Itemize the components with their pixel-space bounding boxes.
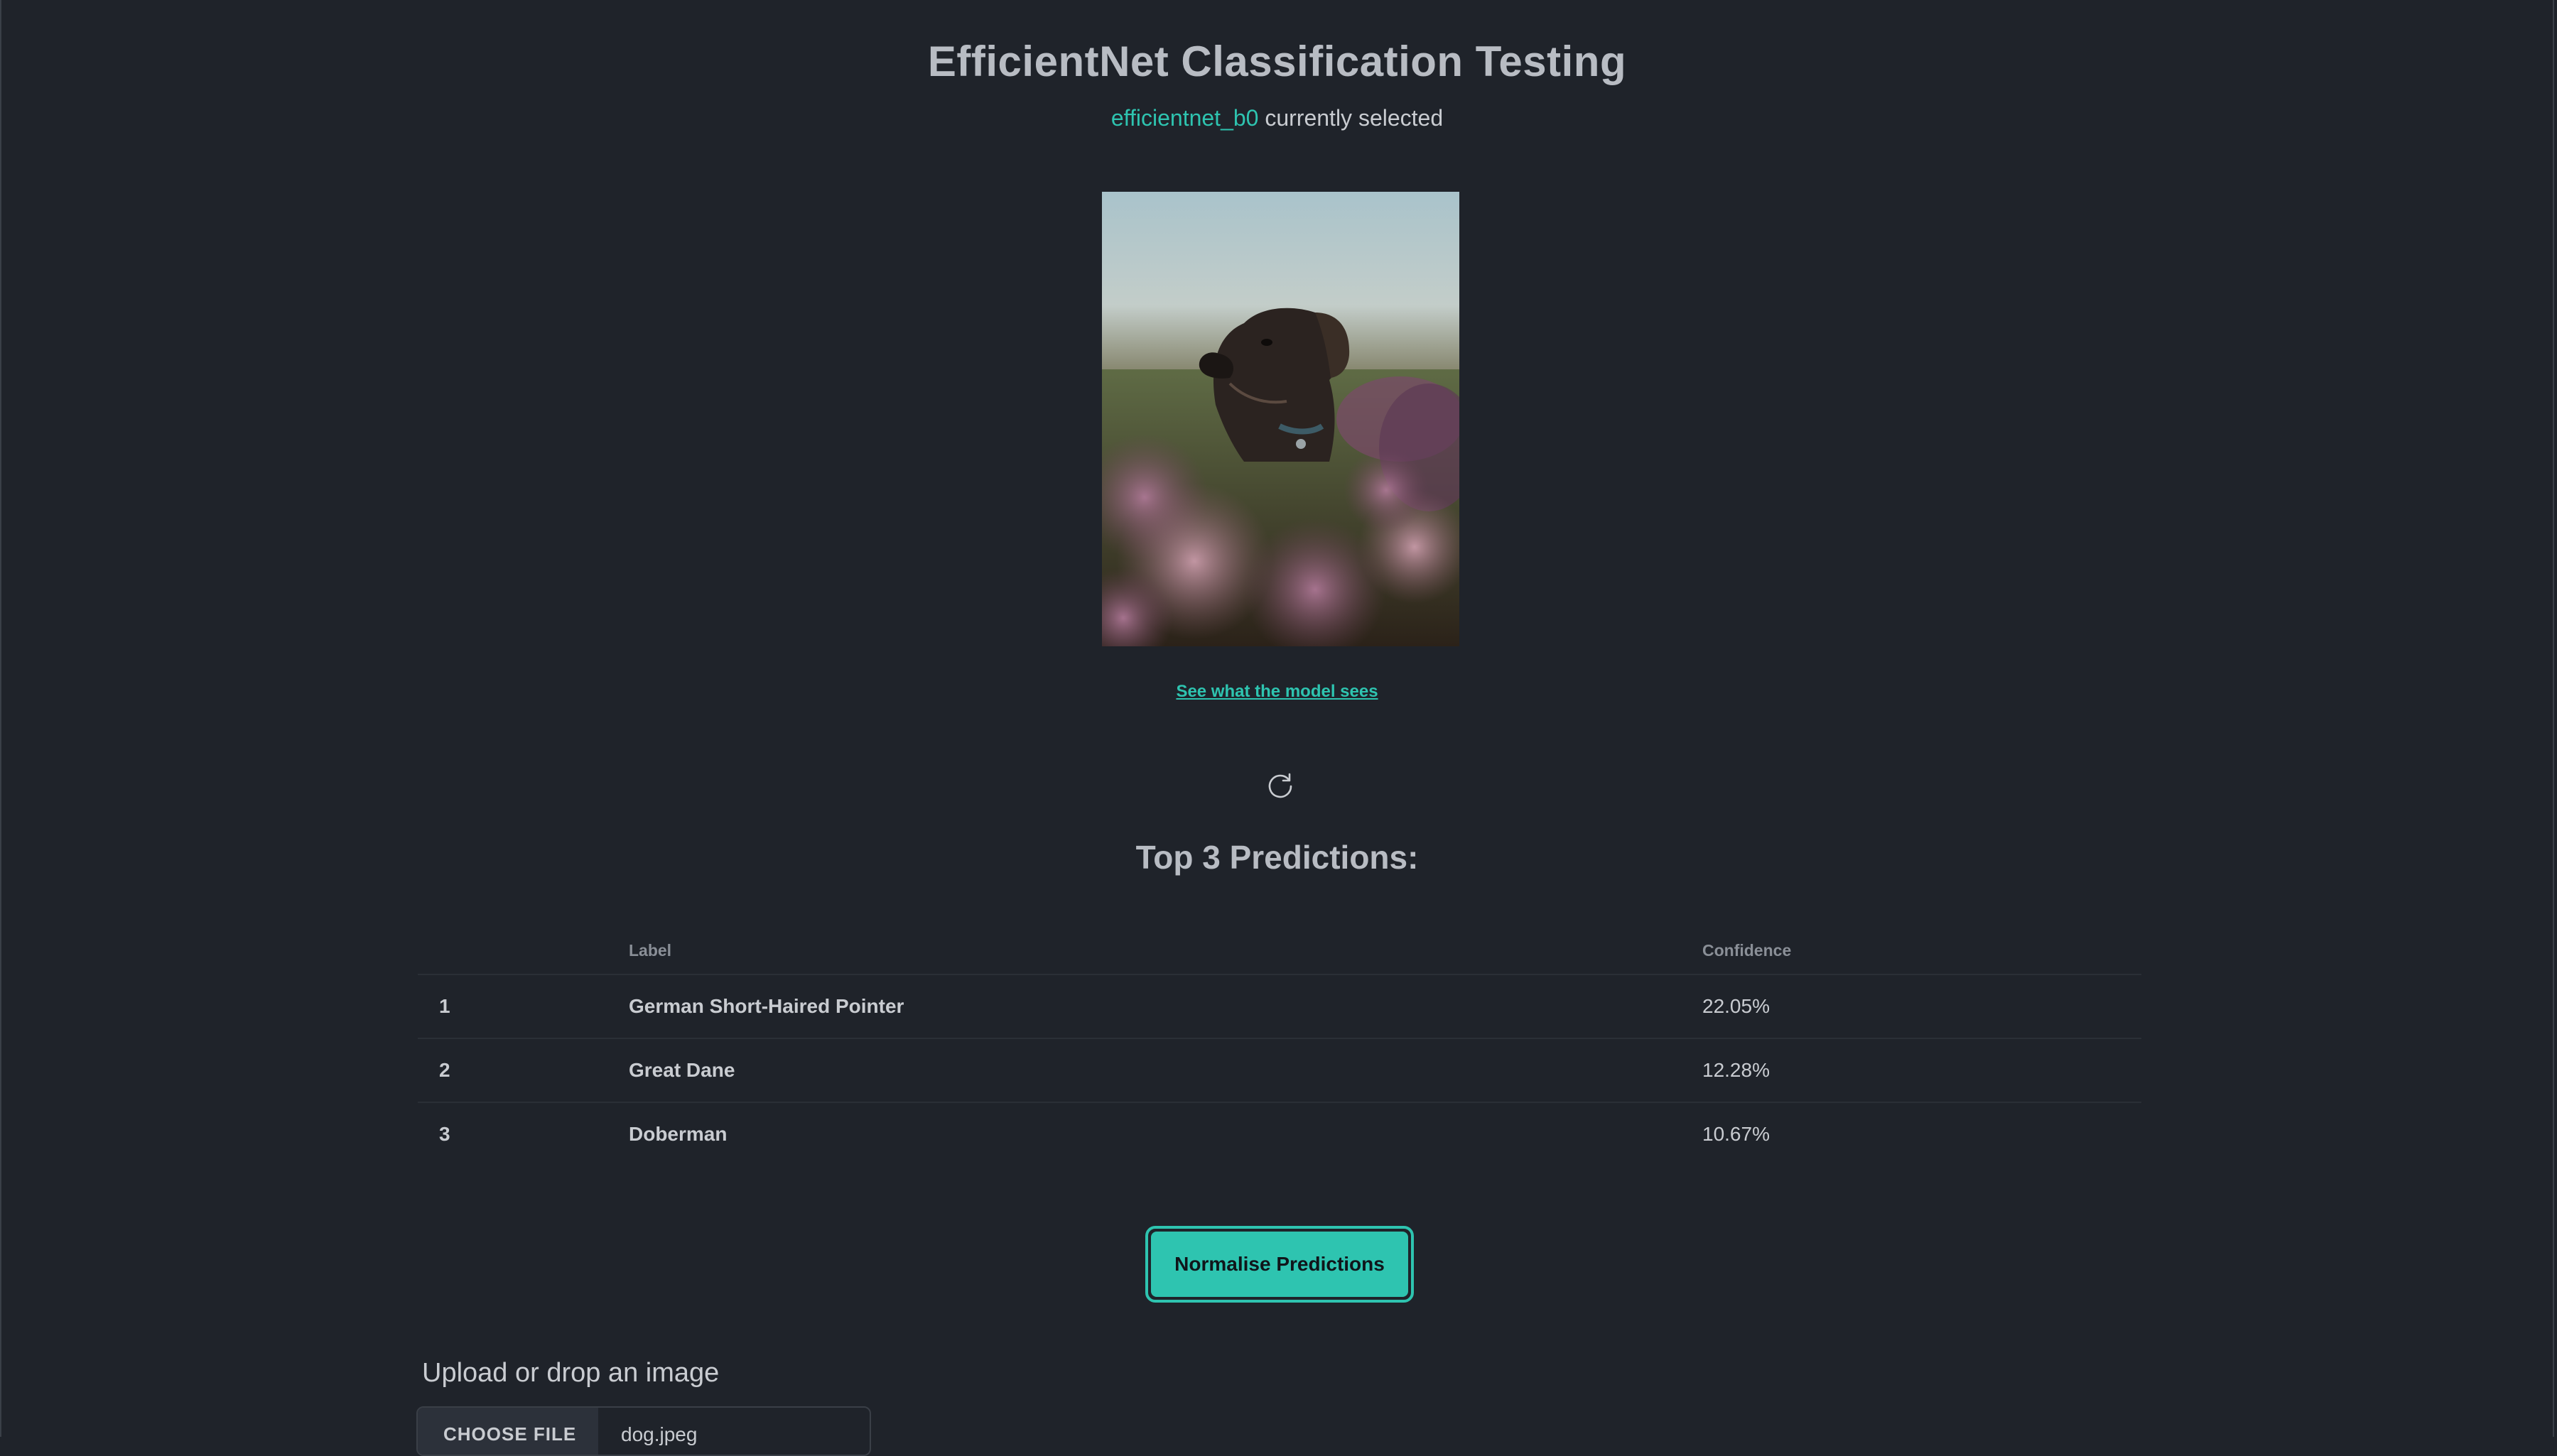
prediction-confidence: 10.67% [1702,1123,1770,1145]
column-header-confidence: Confidence [1702,940,1792,960]
prediction-label: German Short-Haired Pointer [629,995,904,1017]
model-status-suffix: currently selected [1265,105,1444,131]
selected-model-name: efficientnet_b0 [1110,105,1259,131]
selected-file-name: dog.jpeg [621,1423,698,1445]
predictions-table: Label Confidence 1 German Short-Haired P… [418,927,2141,1166]
prediction-label: Doberman [629,1123,728,1145]
file-input[interactable]: CHOOSE FILE dog.jpeg [416,1406,871,1456]
predictions-title: Top 3 Predictions: [1135,839,1419,876]
prediction-rank: 1 [439,995,450,1017]
table-header: Label Confidence [418,927,2141,975]
normalise-predictions-button[interactable]: Normalise Predictions [1145,1226,1414,1303]
prediction-confidence: 22.05% [1702,995,1770,1017]
prediction-rank: 3 [439,1123,450,1145]
upload-label: Upload or drop an image [422,1358,720,1388]
refresh-icon[interactable] [1265,771,1295,801]
choose-file-button[interactable]: CHOOSE FILE [418,1408,598,1455]
prediction-label: Great Dane [629,1059,735,1081]
table-row: 3 Doberman 10.67% [418,1103,2141,1166]
dog-photo-illustration [1102,308,1459,646]
column-header-label: Label [629,940,672,960]
uploaded-image [1102,192,1459,646]
prediction-confidence: 12.28% [1702,1059,1770,1081]
prediction-rank: 2 [439,1059,450,1081]
table-row: 1 German Short-Haired Pointer 22.05% [418,975,2141,1039]
table-row: 2 Great Dane 12.28% [418,1039,2141,1103]
see-model-view-link[interactable]: See what the model sees [1,682,2553,702]
normalise-predictions-label: Normalise Predictions [1151,1232,1408,1297]
model-status: efficientnet_b0 currently selected [1,105,2553,131]
page-title: EfficientNet Classification Testing [927,38,1627,85]
app-window: EfficientNet Classification Testing effi… [0,0,2554,1456]
